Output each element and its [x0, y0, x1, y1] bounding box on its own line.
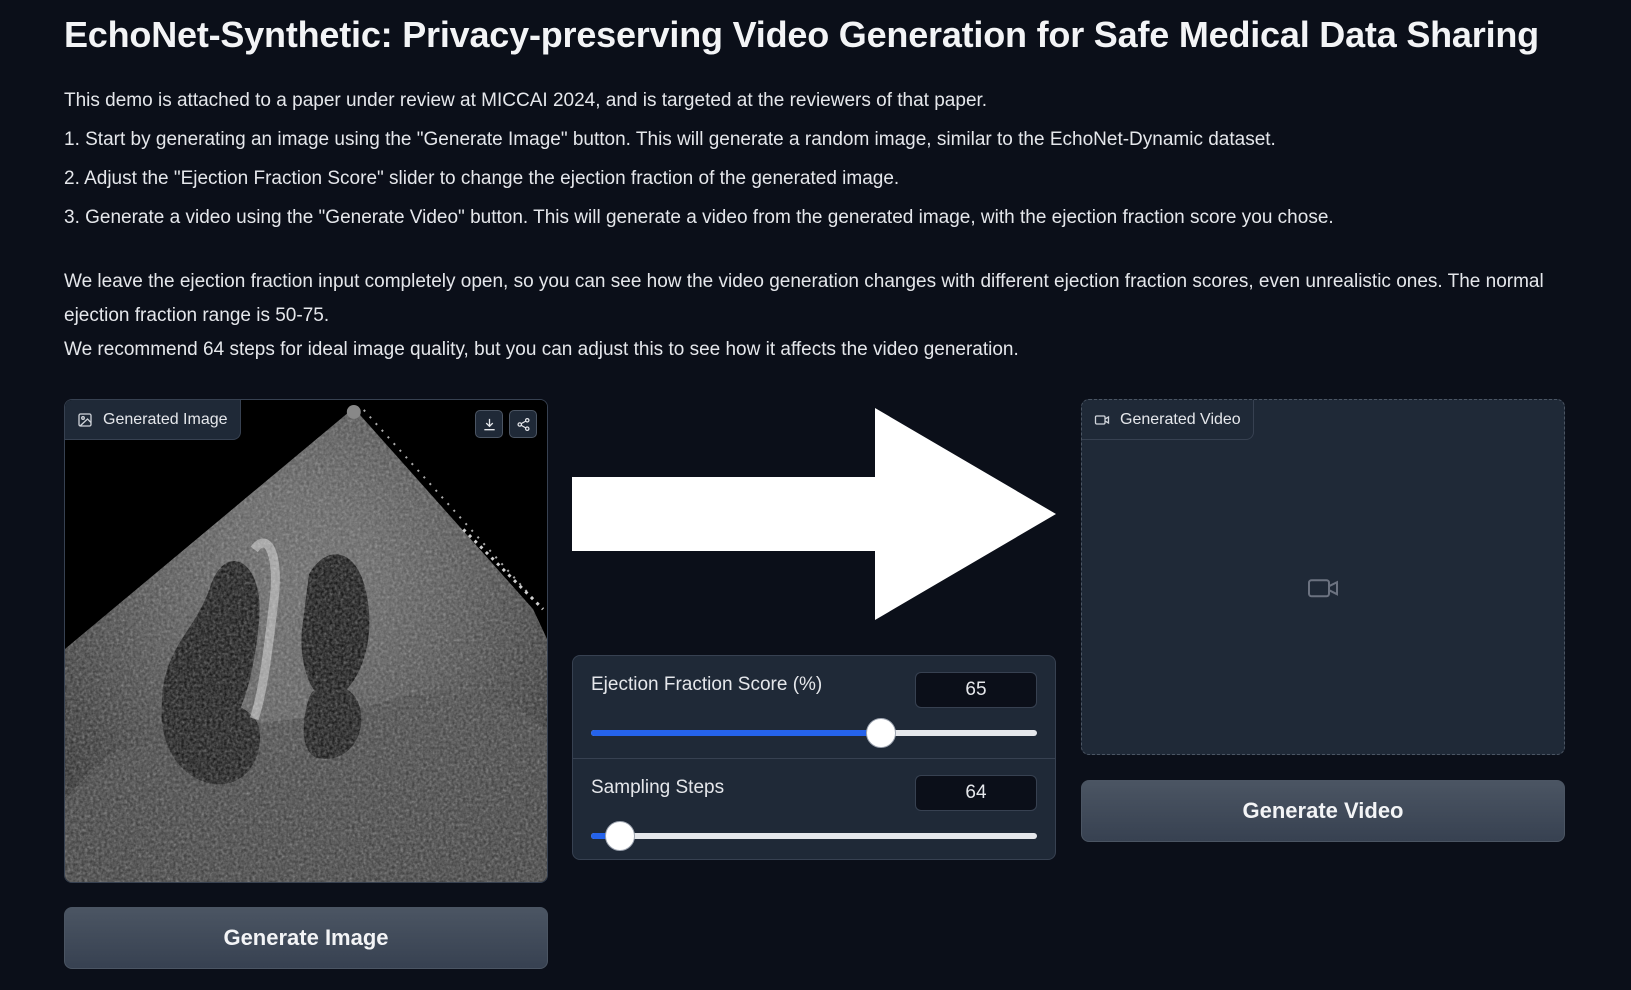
generated-video-panel: Generated Video — [1081, 399, 1565, 755]
generated-image-panel: Generated Image — [64, 399, 548, 883]
share-icon — [516, 417, 530, 431]
note-sampling-steps: We recommend 64 steps for ideal image qu… — [64, 339, 1019, 360]
step-3-text: 3. Generate a video using the "Generate … — [64, 207, 1334, 228]
echocardiogram-image — [65, 400, 547, 882]
sampling-steps-slider[interactable] — [591, 821, 1037, 851]
ejection-fraction-control: Ejection Fraction Score (%) 65 — [573, 656, 1055, 758]
download-icon — [483, 418, 495, 430]
video-placeholder-icon — [1308, 579, 1338, 598]
ejection-fraction-slider-thumb[interactable] — [865, 718, 896, 748]
sampling-steps-slider-thumb[interactable] — [604, 821, 635, 851]
generate-video-button[interactable]: Generate Video — [1081, 780, 1565, 842]
right-arrow-icon — [572, 408, 1056, 620]
generated-video-label: Generated Video — [1082, 400, 1254, 440]
ejection-fraction-label: Ejection Fraction Score (%) — [591, 674, 823, 695]
step-2-text: 2. Adjust the "Ejection Fraction Score" … — [64, 168, 900, 189]
intro-text: This demo is attached to a paper under r… — [64, 90, 988, 111]
generated-image-label-text: Generated Image — [103, 410, 228, 428]
video-icon — [1094, 414, 1110, 425]
ejection-fraction-input[interactable]: 65 — [915, 672, 1037, 708]
note-ejection-fraction: We leave the ejection fraction input com… — [64, 271, 1544, 326]
page-title: EchoNet-Synthetic: Privacy-preserving Vi… — [64, 14, 1539, 55]
sampling-steps-input[interactable]: 64 — [915, 775, 1037, 811]
generated-image-label: Generated Image — [65, 400, 241, 440]
notes: We leave the ejection fraction input com… — [64, 265, 1554, 367]
share-button[interactable] — [509, 410, 537, 438]
sampling-steps-control: Sampling Steps 64 — [573, 758, 1055, 859]
generate-image-button[interactable]: Generate Image — [64, 907, 548, 969]
step-1-text: 1. Start by generating an image using th… — [64, 129, 1276, 150]
ejection-fraction-slider[interactable] — [591, 718, 1037, 748]
sampling-steps-label: Sampling Steps — [591, 777, 725, 798]
image-icon — [78, 412, 92, 427]
ejection-fraction-slider-fill — [591, 730, 881, 736]
generated-video-label-text: Generated Video — [1120, 410, 1241, 428]
controls-panel: Ejection Fraction Score (%) 65 Sampling … — [572, 655, 1056, 860]
download-button[interactable] — [475, 410, 503, 438]
